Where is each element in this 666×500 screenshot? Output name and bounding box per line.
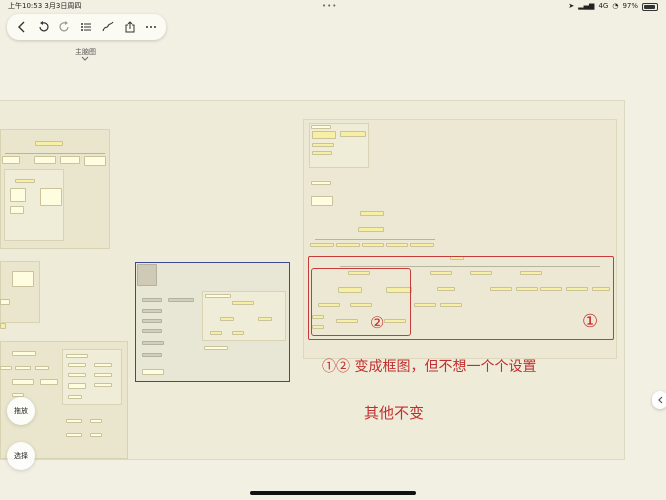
location-icon: ➤ (568, 2, 575, 10)
topic-node[interactable] (258, 317, 272, 321)
topic-node[interactable] (312, 143, 334, 147)
topic-node[interactable] (386, 243, 408, 247)
topic-node[interactable] (142, 319, 162, 323)
topic-node[interactable] (360, 211, 384, 216)
topic-node[interactable] (34, 156, 56, 164)
status-time: 上午10:53 (8, 2, 43, 10)
signal-icon: ▂▄▆ (578, 2, 595, 10)
topic-node[interactable] (12, 379, 34, 385)
battery-icon (642, 3, 658, 11)
topic-node[interactable] (340, 131, 366, 137)
topic-node[interactable] (66, 354, 88, 358)
side-panel-handle[interactable] (652, 391, 666, 409)
more-icon[interactable] (143, 19, 159, 35)
network-label: 4G (598, 2, 609, 10)
topic-node[interactable] (68, 395, 82, 399)
topic-node[interactable] (68, 363, 86, 367)
chevron-down-icon[interactable] (81, 56, 89, 62)
topic-node[interactable] (66, 419, 82, 423)
topic-node[interactable] (311, 125, 331, 129)
outline-icon[interactable] (78, 19, 94, 35)
multitask-dots-icon[interactable]: ••• (322, 0, 337, 12)
undo-icon[interactable] (35, 19, 51, 35)
topic-node[interactable] (12, 351, 36, 356)
topic-node[interactable] (90, 419, 102, 423)
topic-node[interactable] (2, 156, 20, 164)
wifi-icon: ◔ (612, 2, 619, 10)
topic-node[interactable] (312, 131, 336, 139)
topic-node[interactable] (68, 373, 86, 377)
topic-node[interactable] (90, 433, 102, 437)
topic-node[interactable] (410, 243, 434, 247)
topic-node[interactable] (142, 341, 164, 345)
topic-node[interactable] (60, 156, 80, 164)
topic-node[interactable] (94, 363, 112, 367)
topic-node[interactable] (68, 383, 86, 389)
topic-node[interactable] (40, 379, 58, 385)
home-indicator[interactable] (250, 491, 416, 495)
share-icon[interactable] (122, 19, 138, 35)
status-bar: 上午10:53 3月3日周四 ••• ➤ ▂▄▆ 4G ◔ 97% (0, 0, 666, 12)
topic-node[interactable] (142, 329, 162, 333)
topic-node[interactable] (15, 179, 35, 183)
status-date: 3月3日周四 (44, 2, 82, 10)
pen-icon[interactable] (100, 19, 116, 35)
connector-line (5, 153, 105, 154)
topic-node[interactable] (336, 243, 360, 247)
topic-node[interactable] (15, 366, 31, 370)
topic-node[interactable] (205, 294, 231, 298)
status-right: ➤ ▂▄▆ 4G ◔ 97% (568, 0, 658, 12)
topic-node[interactable] (220, 317, 234, 321)
topic-node[interactable] (0, 323, 6, 329)
topic-node[interactable] (142, 309, 162, 313)
topic-node[interactable] (137, 264, 157, 286)
connector-line (315, 239, 435, 240)
topic-node[interactable] (0, 299, 10, 305)
drag-button[interactable]: 拖放 (7, 397, 35, 425)
topic-node[interactable] (142, 369, 164, 375)
battery-percent: 97% (622, 2, 638, 10)
topic-node[interactable] (232, 301, 254, 305)
topic-node[interactable] (0, 366, 12, 370)
topic-node[interactable] (312, 151, 332, 155)
annotation-note-line2: 其他不变 (364, 404, 425, 422)
topic-node[interactable] (311, 181, 331, 185)
chevron-left-icon (658, 396, 663, 404)
topic-node[interactable] (311, 196, 333, 206)
annotation-note-line1: ①② 变成框图，但不想一个个设置 (322, 359, 537, 375)
topic-node[interactable] (168, 298, 194, 302)
topic-node[interactable] (362, 243, 384, 247)
top-toolbar (7, 14, 166, 40)
annotation-box-two (311, 268, 411, 336)
topic-node[interactable] (358, 227, 384, 232)
topic-node[interactable] (10, 188, 26, 202)
topic-node[interactable] (142, 298, 162, 302)
topic-node[interactable] (10, 206, 24, 214)
topic-node[interactable] (232, 331, 244, 335)
redo-icon[interactable] (57, 19, 73, 35)
topic-node[interactable] (84, 156, 106, 166)
topic-node[interactable] (66, 433, 82, 437)
topic-node[interactable] (35, 366, 49, 370)
back-icon[interactable] (14, 19, 30, 35)
select-button[interactable]: 选择 (7, 442, 35, 470)
status-time-date: 上午10:53 3月3日周四 (8, 0, 81, 12)
topic-node[interactable] (210, 331, 222, 335)
topic-node[interactable] (310, 243, 334, 247)
topic-node[interactable] (142, 353, 162, 357)
topic-node[interactable] (204, 346, 228, 350)
topic-node[interactable] (40, 188, 62, 206)
topic-node[interactable] (12, 271, 34, 287)
topic-node[interactable] (94, 383, 112, 387)
annotation-label-one: ① (582, 311, 599, 332)
topic-node[interactable] (35, 141, 63, 146)
annotation-label-two: ② (370, 313, 385, 332)
topic-node[interactable] (94, 373, 112, 377)
